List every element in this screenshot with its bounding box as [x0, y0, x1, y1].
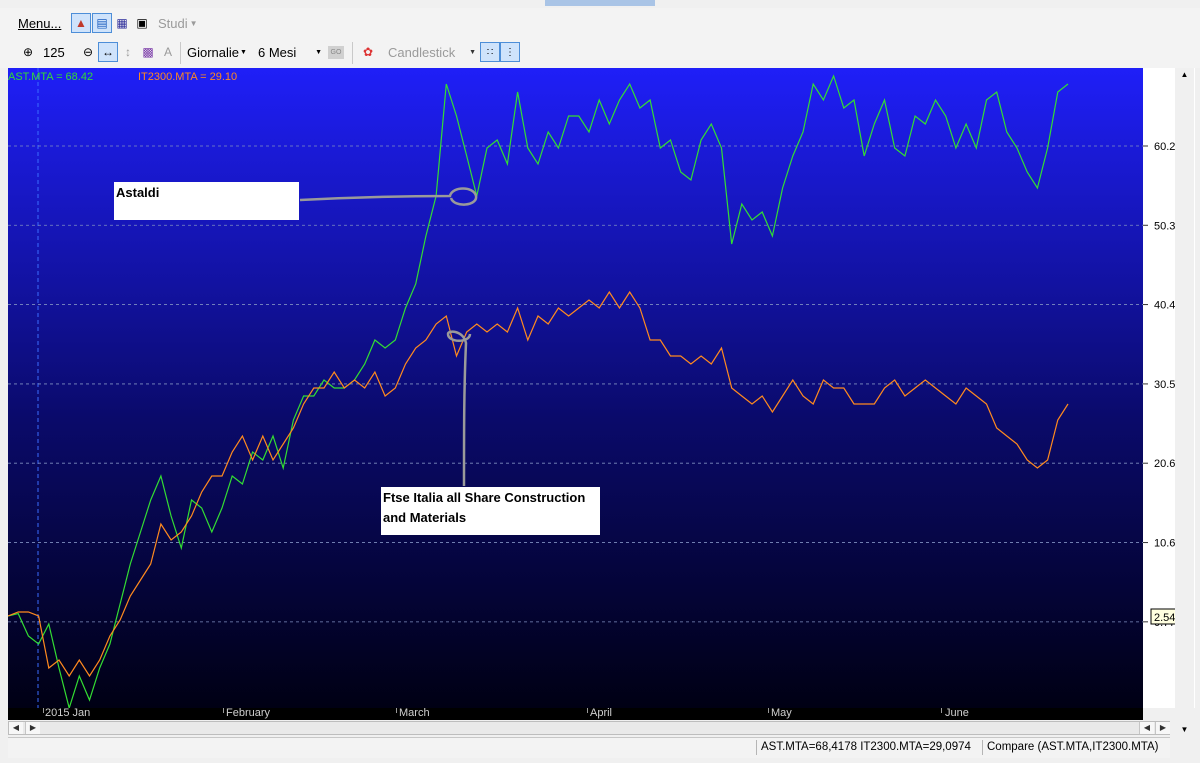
menu-button[interactable]: Menu... — [18, 12, 61, 34]
fit-width-button[interactable]: ↔ — [98, 42, 118, 62]
x-label-may: May — [771, 707, 792, 719]
status-compare: Compare (AST.MTA,IT2300.MTA) — [982, 740, 1158, 755]
vertical-scrollbar[interactable]: ▲ ▼ — [1175, 68, 1194, 738]
grid-icon: ∷ — [486, 46, 494, 58]
zoom-value[interactable]: 125 — [43, 41, 65, 63]
legend-series1: AST.MTA = 68.42 — [8, 71, 93, 83]
horizontal-scrollbar[interactable]: ◀ ▶ ◀ ▶ — [8, 721, 1170, 735]
period-select[interactable]: Giornalie ▼ — [187, 41, 247, 63]
ftse-label-line2: and Materials — [383, 510, 466, 525]
text-tool-icon: A — [163, 45, 172, 59]
arrow-down-icon: ▼ — [1180, 725, 1189, 734]
chevron-down-icon: ▼ — [189, 18, 198, 28]
chevron-down-icon: ▼ — [315, 48, 322, 56]
toolbar-divider — [352, 42, 353, 64]
chart-icon-button[interactable]: ▲ — [71, 13, 91, 33]
fit-height-button[interactable]: ↕ — [118, 42, 138, 62]
ftse-label-line1: Ftse Italia all Share Construction — [383, 490, 585, 505]
scroll-right-arrow[interactable]: ▶ — [1155, 722, 1170, 734]
toolbar-chart: ⊕ 125 ⊖ ↔ ↕ ▩ A Giornalie ▼ 6 Mesi ▼ GO ✿ … — [0, 38, 1200, 68]
scale-icon: ⋮ — [505, 46, 515, 58]
grid-toggle-button[interactable]: ∷ — [480, 42, 500, 62]
window-top-strip — [545, 0, 655, 6]
zoom-in-icon: ⊕ — [22, 45, 34, 59]
x-label-apr: April — [590, 707, 613, 719]
chevron-down-icon: ▼ — [469, 48, 476, 56]
print-icon: ▣ — [136, 16, 148, 30]
text-tool-button[interactable]: A — [158, 42, 178, 62]
toolbar-main: Menu... ▲ ▤ ▦ ▣ Studi ▼ — [0, 8, 1200, 39]
x-axis: 2015 Jan February March April May June — [8, 707, 1143, 720]
scroll-down-arrow[interactable]: ▼ — [1177, 723, 1192, 737]
indicator-icon-button[interactable]: ▤ — [92, 13, 112, 33]
x-tick — [587, 708, 588, 713]
fit-height-icon: ↕ — [125, 45, 131, 59]
layout-icon-button[interactable]: ▦ — [112, 13, 132, 33]
studi-menu[interactable]: Studi ▼ — [158, 12, 198, 34]
astaldi-label: Astaldi — [116, 185, 159, 200]
legend-series2: IT2300.MTA = 29.10 — [138, 71, 237, 83]
chart-icon: ▲ — [75, 16, 87, 30]
scroll-left-arrow[interactable]: ◀ — [1139, 722, 1154, 734]
layout-icon: ▦ — [116, 16, 128, 30]
range-select[interactable]: 6 Mesi ▼ — [258, 41, 322, 63]
x-tick — [396, 708, 397, 713]
price-marker: 2.54 — [1154, 612, 1175, 624]
print-icon-button[interactable]: ▣ — [132, 13, 152, 33]
go-button[interactable]: GO — [328, 46, 344, 59]
x-label-jun: June — [945, 707, 969, 719]
scroll-right-arrow[interactable]: ▶ — [25, 722, 40, 734]
arrow-up-icon: ▲ — [1180, 70, 1189, 79]
x-label-mar: March — [399, 707, 430, 719]
price-chart: 60.2550.3440.4330.5120.6010.680.77 AST.M… — [7, 68, 1195, 711]
zoom-in-button[interactable]: ⊕ — [18, 42, 38, 62]
fit-width-icon: ↔ — [102, 45, 114, 59]
chart-style-select[interactable]: Candlestick ▼ — [388, 41, 476, 63]
status-bar: AST.MTA=68,4178 IT2300.MTA=29,0974 Compa… — [8, 737, 1170, 758]
zoom-out-button[interactable]: ⊖ — [78, 42, 98, 62]
x-label-jan: 2015 Jan — [45, 707, 91, 719]
x-tick — [768, 708, 769, 713]
scale-toggle-button[interactable]: ⋮ — [500, 42, 520, 62]
x-tick — [223, 708, 224, 713]
chevron-down-icon: ▼ — [240, 48, 247, 56]
chart-background — [8, 68, 1143, 708]
x-tick — [941, 708, 942, 713]
status-values: AST.MTA=68,4178 IT2300.MTA=29,0974 — [756, 740, 971, 755]
candle-color-button[interactable]: ▩ — [138, 42, 158, 62]
x-tick — [43, 708, 44, 713]
zoom-out-icon: ⊖ — [82, 45, 94, 59]
chart-area[interactable]: 60.2550.3440.4330.5120.6010.680.77 AST.M… — [7, 68, 1195, 711]
x-label-feb: February — [226, 707, 271, 719]
arrow-right-icon: ▶ — [1159, 723, 1167, 732]
arrow-left-icon: ◀ — [12, 723, 20, 732]
palette-icon: ✿ — [362, 45, 374, 59]
candle-color-icon: ▩ — [142, 45, 154, 59]
arrow-left-icon: ◀ — [1143, 723, 1151, 732]
scroll-up-arrow[interactable]: ▲ — [1177, 68, 1192, 82]
arrow-right-icon: ▶ — [29, 723, 37, 732]
scroll-left-arrow[interactable]: ◀ — [9, 722, 23, 734]
style-palette-button[interactable]: ✿ — [358, 42, 378, 62]
toolbar-divider — [180, 42, 181, 64]
indicator-icon: ▤ — [96, 16, 108, 30]
